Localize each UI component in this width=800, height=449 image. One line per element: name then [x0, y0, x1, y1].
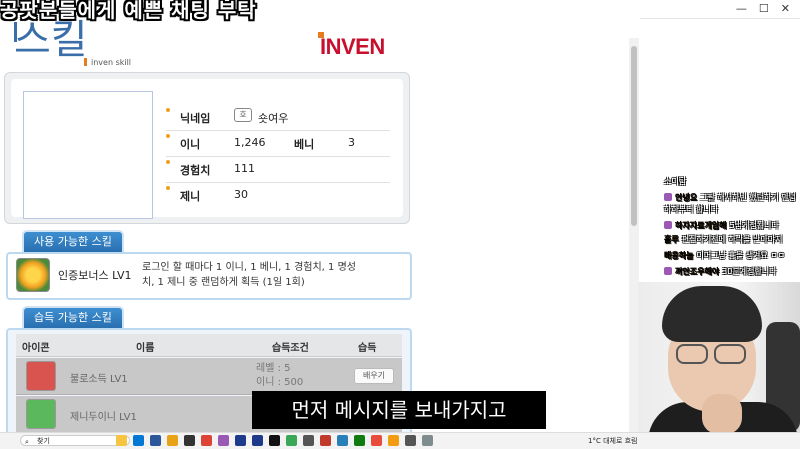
inven-skill-page: 스킬 inven skill INVEN 닉네임 호 숏여우 이니 1,246 … [0, 18, 640, 432]
col-name: 이름 [136, 343, 155, 354]
taskbar-search[interactable]: ⌕ 찾기 [20, 435, 130, 446]
subtitle-caption: 먼저 메시지를 보내가지고 [252, 391, 546, 429]
nickname-label: 닉네임 [180, 112, 211, 125]
app-icon[interactable] [218, 435, 229, 446]
taskbar-apps [116, 435, 433, 446]
stream-title-overlay: 공팟분들에게 예쁜 채팅 부탁 [0, 0, 257, 22]
skill-logo-sub: inven skill [84, 58, 131, 67]
tab-learnable-skills[interactable]: 습득 가능한 스킬 [22, 306, 124, 330]
skill-logo[interactable]: 스킬 [14, 20, 88, 60]
exp-label: 경험치 [180, 164, 211, 177]
app-icon[interactable] [320, 435, 331, 446]
learn-skill-name: 제니두이니 LV1 [70, 412, 137, 423]
taskbar: ⌕ 찾기 1°C 대체로 흐림 [0, 432, 800, 449]
browser-window: — ☐ ✕ 스킬 inven skill INVEN 닉네임 호 숏여우 이니 … [0, 0, 800, 432]
chat-line: 끼안조우해야 30분계정합니다 [664, 266, 777, 278]
nickname-row: 닉네임 호 숏여우 [166, 104, 396, 130]
app-icon[interactable] [235, 435, 246, 446]
maximize-icon[interactable]: ☐ [759, 2, 769, 15]
jeni-label: 제니 [180, 190, 201, 203]
jeni-value: 30 [234, 188, 248, 201]
app-icon[interactable] [388, 435, 399, 446]
app-icon[interactable] [133, 435, 144, 446]
search-icon: ⌕ [25, 438, 29, 446]
app-icon[interactable] [422, 435, 433, 446]
folder-icon[interactable] [167, 435, 178, 446]
col-icon: 아이콘 [22, 343, 50, 354]
learn-button[interactable]: 배우기 [354, 368, 394, 384]
telephone-icon: 호 [234, 108, 252, 122]
xbox-icon[interactable] [354, 435, 365, 446]
col-learn: 습득 [358, 343, 377, 354]
avatar [23, 91, 153, 219]
webcam-overlay [638, 282, 800, 432]
ini-row: 이니 1,246 베니 3 [166, 130, 396, 156]
chat-line: 하하부터 합니다 [664, 205, 719, 214]
jeni-row: 제니 30 [166, 182, 396, 208]
app-icon[interactable] [371, 435, 382, 446]
beni-label: 베니 [294, 138, 315, 151]
nickname-value: 숏여우 [258, 112, 289, 125]
app-icon[interactable] [150, 435, 161, 446]
inven-logo[interactable]: INVEN [318, 32, 385, 60]
skill-name: 인증보너스 LV1 [58, 269, 132, 282]
chat-line: 소이탐 [664, 177, 687, 186]
app-icon[interactable] [337, 435, 348, 446]
tab-usable-skills[interactable]: 사용 가능한 스킬 [22, 230, 124, 254]
skill-icon [26, 399, 56, 429]
app-icon[interactable] [405, 435, 416, 446]
taskbar-weather[interactable]: 1°C 대체로 흐림 [588, 436, 638, 446]
skill-description: 로그인 할 때마다 1 이니, 1 베니, 1 경험치, 1 명성치, 1 제니… [142, 262, 356, 288]
minimize-icon[interactable]: — [736, 2, 747, 15]
chat-line: 하자자료게임해 5법게정됩니다 [664, 220, 779, 232]
learn-skill-name: 불로소득 LV1 [70, 374, 128, 385]
chat-line: 안녕요 그팔 해서하빈 했던하기 안녕 [664, 192, 796, 204]
sun-skill-icon[interactable] [16, 258, 50, 292]
skill-icon [26, 361, 56, 391]
stream-chat-overlay: 소이탐 안녕요 그팔 해서하빈 했던하기 안녕 하하부터 합니다 하자자료게임해 5… [640, 170, 800, 282]
window-controls: — ☐ ✕ [736, 2, 790, 15]
learn-table-header: 아이콘 이름 습득조건 습득 [16, 334, 402, 357]
app-icon[interactable] [303, 435, 314, 446]
chat-line: 매웅하늘 이어그냥 흥을 생겨요 ㅇㅇ [664, 251, 786, 260]
beni-value: 3 [348, 136, 355, 149]
steam-icon[interactable] [269, 435, 280, 446]
app-icon[interactable] [252, 435, 263, 446]
app-icon[interactable] [116, 435, 127, 446]
app-icon[interactable] [286, 435, 297, 446]
exp-row: 경험치 111 [166, 156, 396, 182]
usable-skills-panel: 인증보너스 LV1 로그인 할 때마다 1 이니, 1 베니, 1 경험치, 1… [6, 252, 412, 300]
chat-line: 홀루 편집하기전에 하락을 받아야지 [664, 235, 783, 244]
exp-value: 111 [234, 162, 255, 175]
ini-label: 이니 [180, 138, 201, 151]
app-icon[interactable] [184, 435, 195, 446]
learn-condition: 레벨 : 5 이니 : 500 [256, 363, 304, 388]
table-row: 불로소득 LV1 레벨 : 5 이니 : 500 배우기 [16, 358, 402, 395]
chrome-icon[interactable] [201, 435, 212, 446]
ini-value: 1,246 [234, 136, 266, 149]
col-cond: 습득조건 [272, 343, 309, 354]
close-icon[interactable]: ✕ [781, 2, 790, 15]
